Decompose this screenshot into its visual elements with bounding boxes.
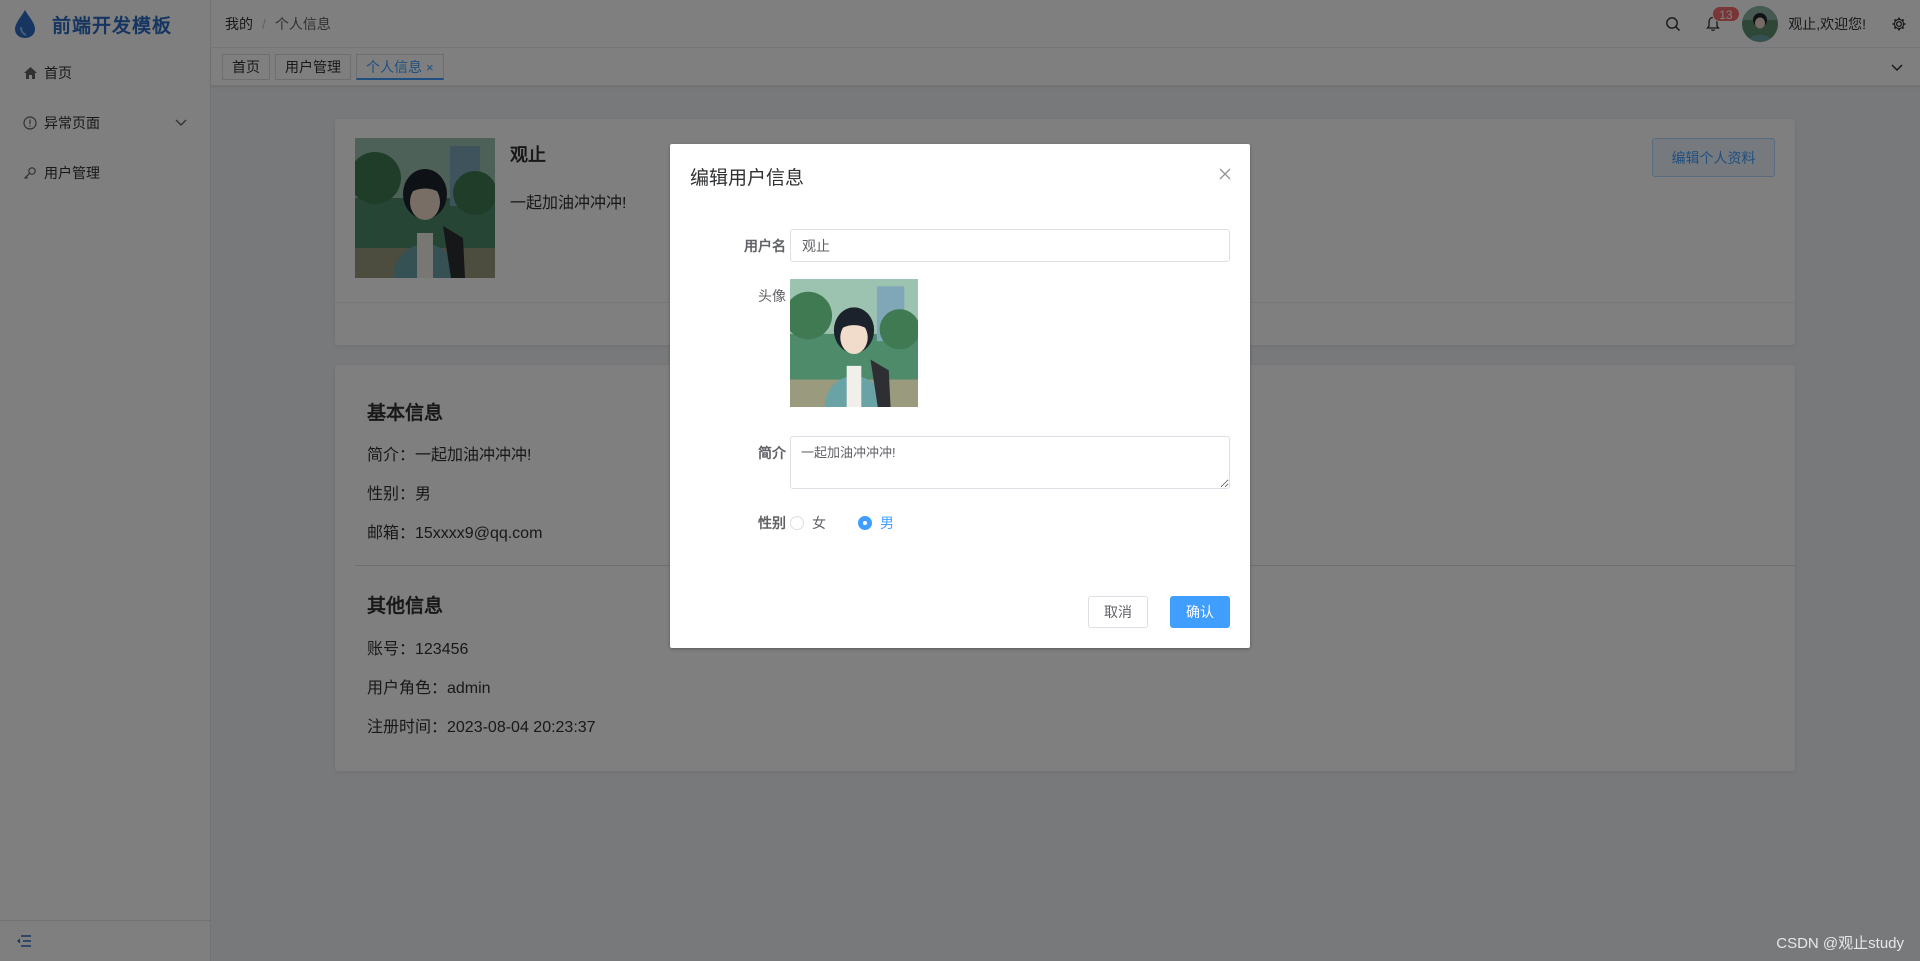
gender-radio-male[interactable]: 男	[858, 513, 894, 533]
gender-radio-female[interactable]: 女	[790, 513, 826, 533]
watermark: CSDN @观止study	[1776, 935, 1904, 952]
cancel-button[interactable]: 取消	[1088, 596, 1148, 628]
radio-circle	[790, 516, 804, 530]
confirm-button[interactable]: 确认	[1170, 596, 1230, 628]
username-input[interactable]	[790, 229, 1230, 262]
radio-label: 男	[880, 515, 894, 531]
bio-label: 简介	[758, 445, 786, 461]
close-icon[interactable]	[1218, 167, 1232, 181]
dialog-title: 编辑用户信息	[690, 168, 805, 189]
username-label: 用户名	[744, 238, 786, 254]
avatar-label: 头像	[758, 288, 786, 304]
avatar-upload[interactable]	[784, 279, 920, 407]
radio-label: 女	[812, 515, 826, 531]
edit-user-dialog: 编辑用户信息 用户名 头像 简介 一起加油冲冲冲! 性别 女 男 取消 确认	[670, 144, 1250, 648]
radio-circle	[858, 516, 872, 530]
gender-label: 性别	[758, 515, 786, 531]
bio-textarea[interactable]: 一起加油冲冲冲!	[790, 436, 1230, 489]
